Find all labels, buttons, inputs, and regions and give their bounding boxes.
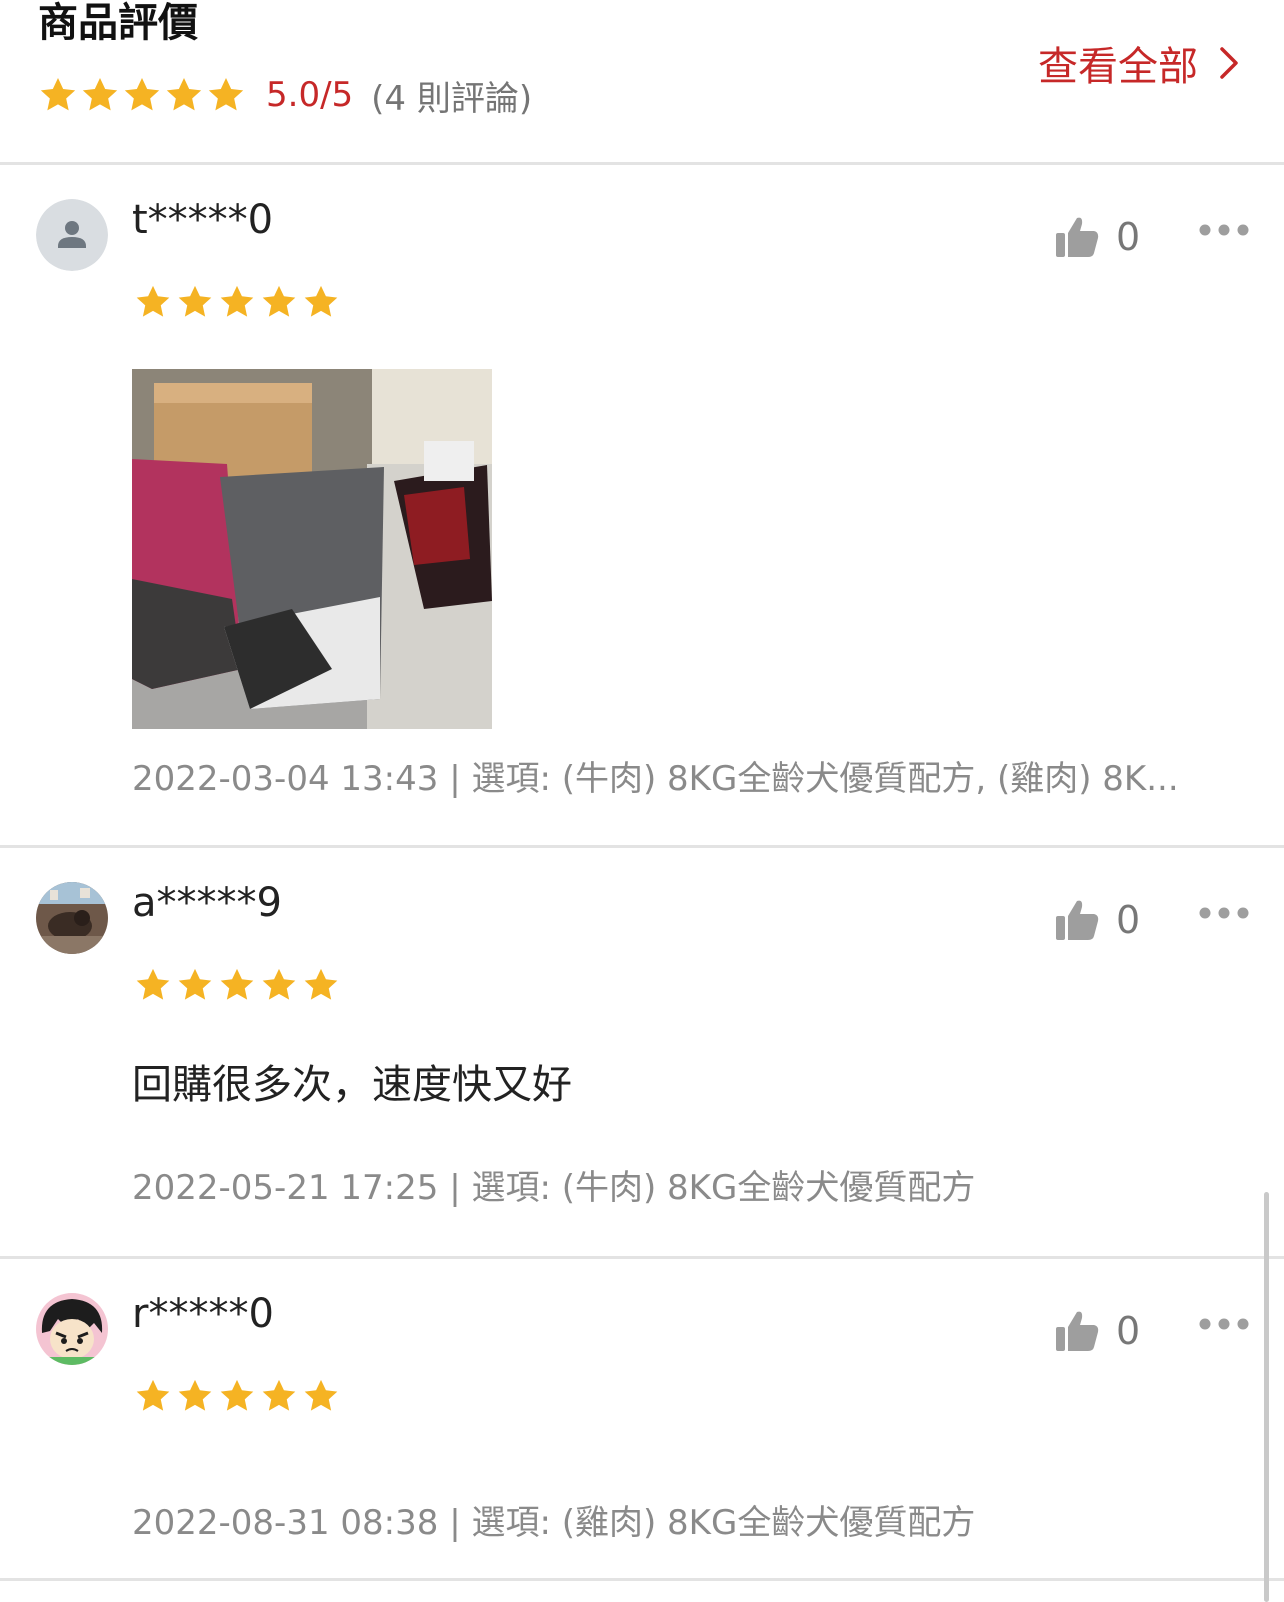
view-all-label: 查看全部 bbox=[1038, 44, 1198, 90]
review-meta: 2022-08-31 08:38 | 選項: (雞肉) 8KG全齡犬優質配方 bbox=[132, 1503, 976, 1543]
reviewer-username: a*****9 bbox=[132, 880, 282, 926]
divider bbox=[0, 1578, 1284, 1581]
thumbs-up-icon bbox=[1054, 215, 1100, 259]
like-button[interactable]: 0 bbox=[1054, 898, 1140, 942]
chevron-right-icon bbox=[1214, 43, 1244, 83]
review-item: a*****9 0 回購很多次，速度快又好 2022-05-21 17:25 |… bbox=[0, 848, 1284, 1258]
like-button[interactable]: 0 bbox=[1054, 1309, 1140, 1353]
star-icon bbox=[176, 283, 214, 321]
star-icon bbox=[260, 966, 298, 1004]
star-icon bbox=[176, 966, 214, 1004]
thumbs-up-icon bbox=[1054, 1309, 1100, 1353]
star-icon bbox=[134, 1377, 172, 1415]
star-icon bbox=[218, 1377, 256, 1415]
like-count: 0 bbox=[1116, 1309, 1141, 1353]
review-item: t*****0 0 2022-03-04 13:43 | 選項: (牛肉) 8K… bbox=[0, 165, 1284, 845]
star-icon bbox=[80, 75, 120, 115]
review-meta: 2022-05-21 17:25 | 選項: (牛肉) 8KG全齡犬優質配方 bbox=[132, 1168, 976, 1208]
star-icon bbox=[260, 1377, 298, 1415]
product-reviews-page: 商品評價 5.0/5 (4 則評論) 查看全部 t*****0 0 2022-0… bbox=[0, 0, 1284, 1602]
like-button[interactable]: 0 bbox=[1054, 215, 1140, 259]
star-icon bbox=[206, 75, 246, 115]
review-star-rating bbox=[134, 1377, 340, 1415]
page-title: 商品評價 bbox=[38, 0, 198, 46]
star-icon bbox=[302, 1377, 340, 1415]
review-count: (4 則評論) bbox=[371, 78, 533, 119]
avatar[interactable] bbox=[36, 199, 108, 271]
star-icon bbox=[302, 283, 340, 321]
review-star-rating bbox=[134, 966, 340, 1004]
more-options-icon[interactable] bbox=[1198, 1317, 1250, 1331]
review-text: 回購很多次，速度快又好 bbox=[132, 1062, 572, 1108]
star-icon bbox=[302, 966, 340, 1004]
rating-score: 5.0/5 bbox=[266, 75, 354, 115]
review-photo[interactable] bbox=[132, 369, 492, 729]
review-star-rating bbox=[134, 283, 340, 321]
star-icon bbox=[176, 1377, 214, 1415]
star-icon bbox=[134, 966, 172, 1004]
like-count: 0 bbox=[1116, 215, 1141, 259]
scrollbar[interactable] bbox=[1264, 1192, 1269, 1602]
like-count: 0 bbox=[1116, 898, 1141, 942]
avatar[interactable] bbox=[36, 882, 108, 954]
star-icon bbox=[260, 283, 298, 321]
reviewer-username: t*****0 bbox=[132, 197, 274, 243]
review-meta: 2022-03-04 13:43 | 選項: (牛肉) 8KG全齡犬優質配方, … bbox=[132, 759, 1179, 799]
star-icon bbox=[164, 75, 204, 115]
star-icon bbox=[218, 283, 256, 321]
star-icon bbox=[134, 283, 172, 321]
star-icon bbox=[218, 966, 256, 1004]
view-all-button[interactable]: 查看全部 bbox=[1038, 34, 1244, 92]
reviewer-username: r*****0 bbox=[132, 1291, 274, 1337]
more-options-icon[interactable] bbox=[1198, 223, 1250, 237]
star-icon bbox=[122, 75, 162, 115]
overall-rating: 5.0/5 (4 則評論) bbox=[38, 72, 533, 119]
star-icon bbox=[38, 75, 78, 115]
thumbs-up-icon bbox=[1054, 898, 1100, 942]
review-item: r*****0 0 2022-08-31 08:38 | 選項: (雞肉) 8K… bbox=[0, 1259, 1284, 1579]
overall-star-rating bbox=[38, 75, 246, 115]
more-options-icon[interactable] bbox=[1198, 906, 1250, 920]
avatar[interactable] bbox=[36, 1293, 108, 1365]
reviews-header: 商品評價 5.0/5 (4 則評論) 查看全部 bbox=[0, 0, 1284, 162]
